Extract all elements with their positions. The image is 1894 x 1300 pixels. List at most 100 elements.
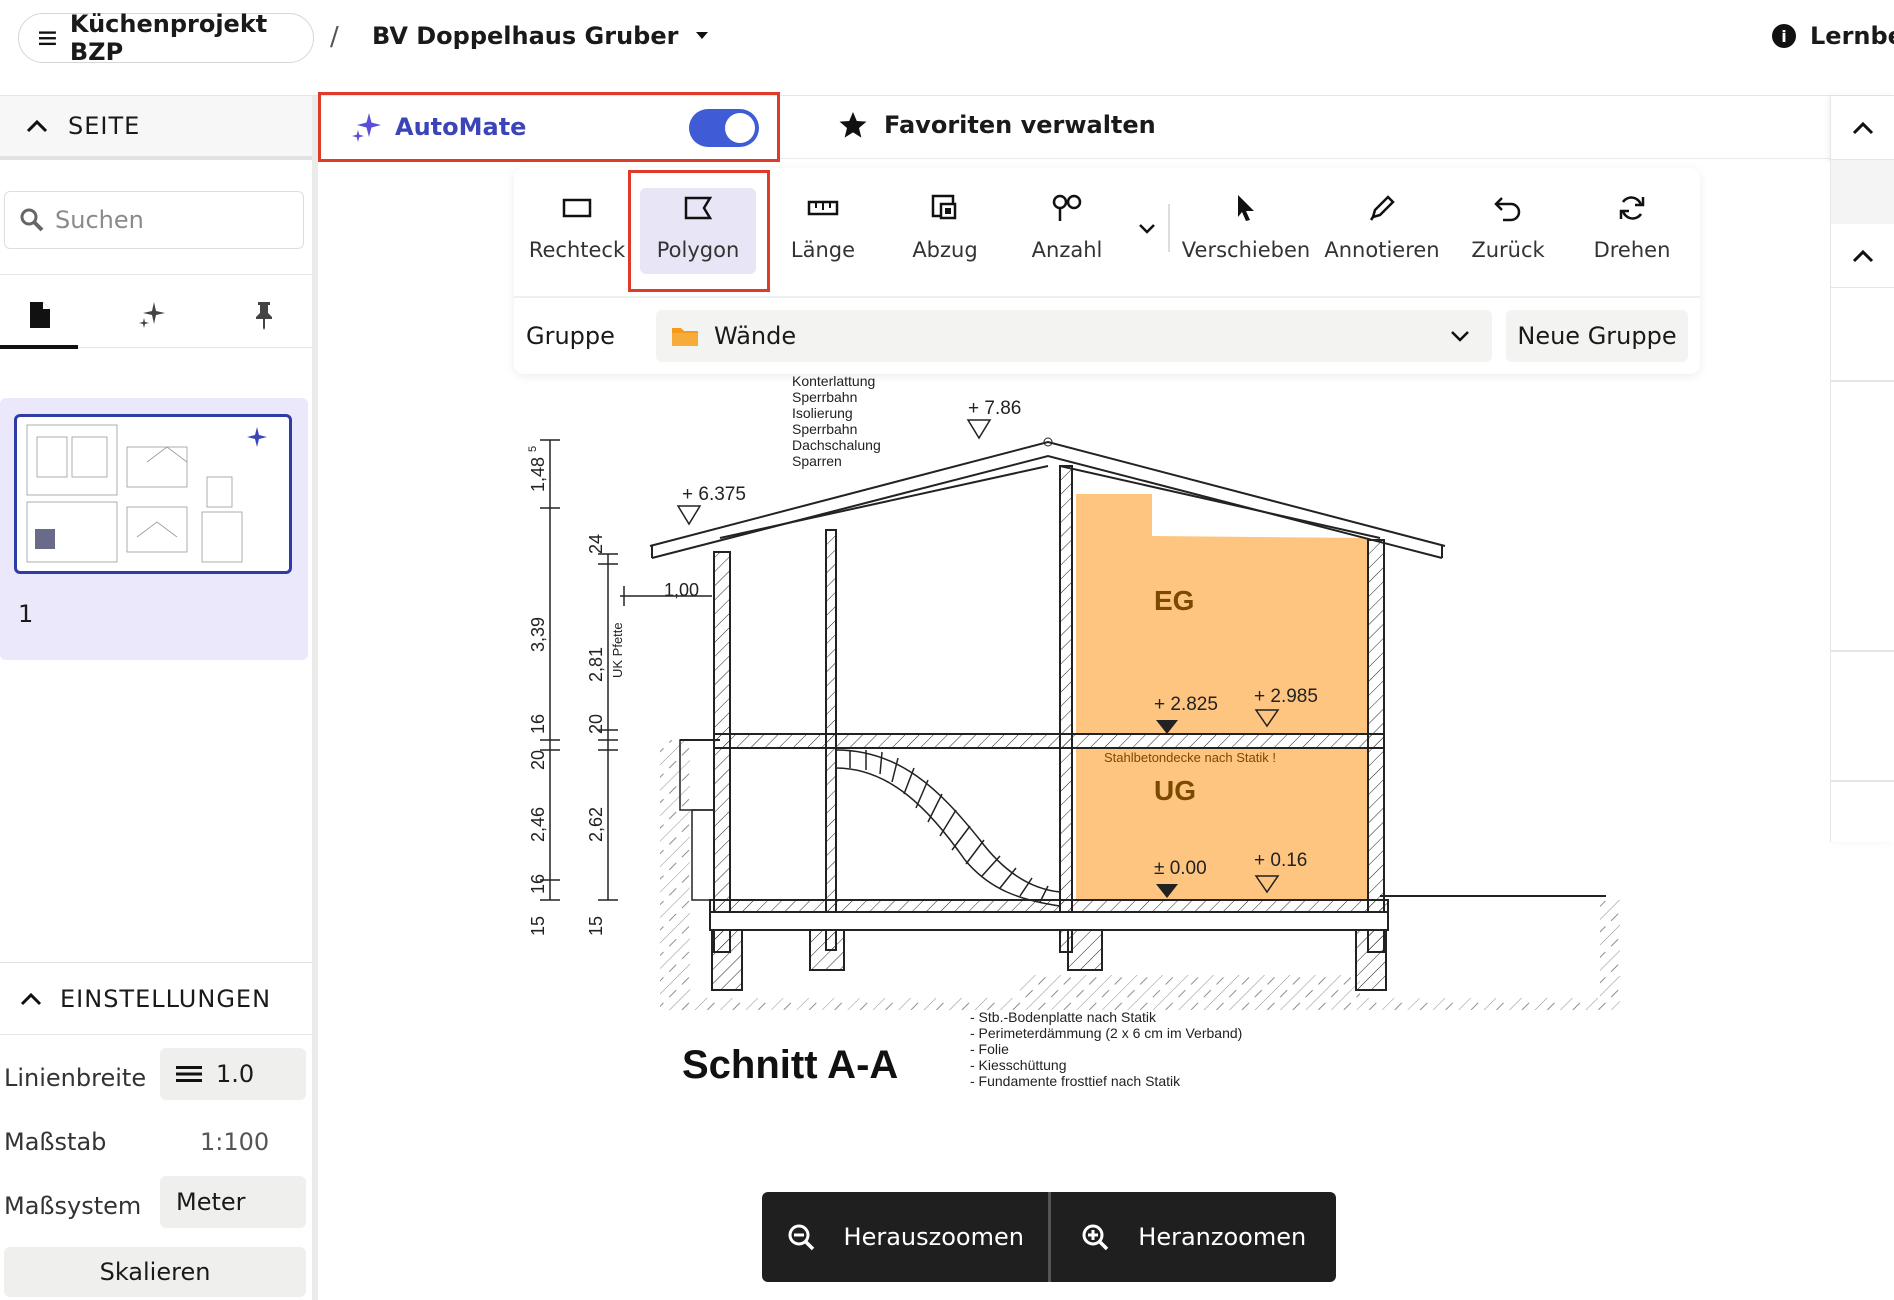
layer-item: Sperrbahn: [792, 389, 857, 405]
tab-pinned[interactable]: [234, 285, 294, 345]
info-icon: i: [1772, 24, 1796, 48]
automate-switch[interactable]: [689, 109, 759, 147]
line-width-icon: [176, 1066, 202, 1082]
file-icon: [30, 302, 50, 328]
zoom-controls: Herauszoomen Heranzoomen: [762, 1192, 1336, 1282]
document-selector[interactable]: BV Doppelhaus Gruber: [372, 22, 710, 50]
chevron-up-icon: [20, 992, 42, 1005]
zoom-out-label: Herauszoomen: [843, 1223, 1024, 1251]
zoom-in-icon: [1082, 1224, 1109, 1251]
slab-note: Stahlbetondecke nach Statik !: [1104, 750, 1276, 765]
measure-system-select[interactable]: Meter: [160, 1176, 306, 1228]
tool-label: Drehen: [1593, 238, 1671, 262]
collapse-section-button[interactable]: [1831, 224, 1894, 288]
dim-label: 1,48: [528, 457, 548, 492]
tool-length[interactable]: Länge: [764, 188, 882, 274]
zoom-out-button[interactable]: Herauszoomen: [762, 1192, 1048, 1282]
level-ug: ± 0.00: [1154, 858, 1207, 879]
dim-label: 20: [586, 714, 606, 734]
tool-count[interactable]: Anzahl: [1008, 188, 1126, 274]
dim-label: 2,81: [586, 647, 606, 682]
layer-item: Konterlattung: [792, 373, 875, 389]
group-select[interactable]: Wände: [656, 310, 1492, 362]
automate-toggle-area[interactable]: AutoMate: [318, 92, 780, 162]
tool-label: Rechteck: [528, 238, 626, 262]
caret-down-icon: [696, 32, 709, 39]
tool-label: Abzug: [912, 238, 978, 262]
dim-label: 15: [586, 916, 606, 936]
stairs: [835, 749, 1061, 907]
breadcrumb-separator: /: [330, 22, 339, 52]
divider: [1831, 780, 1894, 782]
hamburger-icon: [39, 31, 56, 46]
settings-header[interactable]: EINSTELLUNGEN: [0, 963, 312, 1035]
pen-icon: [1369, 195, 1395, 221]
divider: [514, 296, 1700, 298]
document-name: BV Doppelhaus Gruber: [372, 22, 679, 50]
tool-label: Annotieren: [1324, 238, 1440, 262]
level-ridge: + 7.86: [968, 398, 1021, 419]
divider: [1831, 380, 1894, 382]
tool-annotate[interactable]: Annotieren: [1322, 188, 1442, 274]
zoom-in-label: Heranzoomen: [1138, 1223, 1307, 1251]
tool-deduction[interactable]: Abzug: [886, 188, 1004, 274]
chevron-down-icon: [1139, 224, 1155, 234]
panel-item[interactable]: [1831, 160, 1894, 224]
chevron-up-icon: [1852, 249, 1874, 262]
active-tab-indicator: [0, 345, 78, 349]
layer-item: Sparren: [792, 453, 842, 469]
zoom-in-button[interactable]: Heranzoomen: [1051, 1192, 1337, 1282]
note-item: - Perimeterdämmung (2 x 6 cm im Verband): [970, 1025, 1242, 1041]
toolbar-divider: [1168, 204, 1170, 252]
page-section-title: SEITE: [68, 112, 141, 140]
dim-label: 16: [528, 874, 548, 894]
group-label: Gruppe: [526, 322, 615, 350]
group-value: Wände: [714, 322, 797, 350]
measure-system-value: Meter: [176, 1188, 246, 1216]
star-icon: [839, 112, 867, 138]
scale-button[interactable]: Skalieren: [4, 1247, 306, 1297]
layer-item: Isolierung: [792, 405, 853, 421]
dim-label: 15: [528, 916, 548, 936]
scale-value: 1:100: [200, 1128, 270, 1156]
scale-label: Maßstab: [4, 1128, 107, 1156]
tool-label: Länge: [790, 238, 856, 262]
ug-area-highlight[interactable]: [1076, 748, 1368, 900]
dim-label: 2,46: [528, 807, 548, 842]
line-width-select[interactable]: 1.0: [160, 1048, 306, 1100]
notes-list: - Stb.-Bodenplatte nach Statik - Perimet…: [970, 1009, 1242, 1089]
favorites-label: Favoriten verwalten: [884, 111, 1156, 139]
divider: [1831, 650, 1894, 652]
switch-knob: [725, 113, 755, 143]
learn-link[interactable]: i Lernber: [1772, 22, 1894, 50]
learn-label: Lernber: [1810, 22, 1894, 50]
page-search-input[interactable]: Suchen: [4, 191, 304, 249]
room-ug-label: UG: [1154, 775, 1196, 806]
favorites-button[interactable]: Favoriten verwalten: [838, 110, 1156, 140]
right-panel: [1830, 96, 1894, 842]
more-tools-dropdown[interactable]: [1132, 214, 1162, 244]
collapse-top-button[interactable]: [1831, 96, 1894, 160]
dim-label: 20: [528, 750, 548, 770]
project-menu-button[interactable]: Küchenprojekt BZP: [18, 10, 314, 66]
chevron-up-icon: [1852, 121, 1874, 134]
dim-label: 16: [528, 714, 548, 734]
zoom-out-icon: [788, 1224, 814, 1251]
tab-pages[interactable]: [10, 285, 70, 345]
chevron-up-icon: [26, 119, 48, 133]
eg-area-highlight[interactable]: [1076, 494, 1368, 734]
tool-move[interactable]: Verschieben: [1178, 188, 1314, 274]
search-icon: [20, 208, 44, 232]
settings-title: EINSTELLUNGEN: [60, 984, 272, 1013]
tool-label: Zurück: [1471, 238, 1545, 262]
page-thumbnail-card[interactable]: 1: [0, 398, 308, 660]
tool-undo[interactable]: Zurück: [1452, 188, 1564, 274]
divider: [780, 158, 1830, 159]
tool-rotate[interactable]: Drehen: [1572, 188, 1692, 274]
sidebar-tabs: [0, 274, 312, 349]
note-item: - Folie: [970, 1041, 1009, 1057]
new-group-button[interactable]: Neue Gruppe: [1506, 310, 1688, 362]
tool-rectangle[interactable]: Rechteck: [518, 188, 636, 274]
page-section-header[interactable]: SEITE: [0, 96, 312, 160]
tab-ai[interactable]: [122, 285, 182, 345]
